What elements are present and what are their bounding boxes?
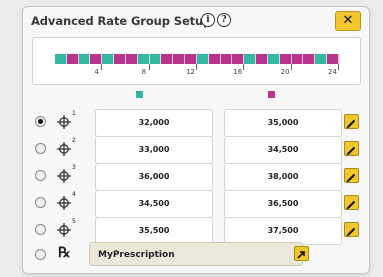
timeline-segment[interactable] — [208, 54, 221, 64]
info-icon[interactable]: i — [201, 13, 215, 27]
timeline-tick-label: 24 — [328, 68, 337, 76]
timeline-tick — [243, 64, 245, 70]
edit-row-button[interactable] — [344, 168, 359, 183]
edit-row-button[interactable] — [344, 141, 359, 156]
prescription-name-field[interactable]: MyPrescription — [89, 242, 303, 266]
pencil-icon — [346, 173, 356, 183]
close-button[interactable]: ✕ — [335, 11, 361, 31]
timeline-segment[interactable] — [232, 54, 245, 64]
target-rate-icon — [57, 169, 71, 183]
rate-row-index: 1 — [72, 110, 76, 117]
magenta-rate-value[interactable]: 36,500 — [224, 190, 342, 218]
rate-row-index: 2 — [72, 137, 76, 144]
rate-row-index: 3 — [72, 164, 76, 171]
rate-row-radio[interactable] — [35, 116, 46, 127]
edit-row-button[interactable] — [344, 195, 359, 210]
timeline-tick-label: 8 — [141, 68, 147, 76]
prescription-icon: ℞ — [58, 245, 71, 261]
timeline-segment[interactable] — [114, 54, 126, 64]
magenta-rate-value[interactable]: 34,500 — [224, 136, 342, 164]
timeline-segment[interactable] — [161, 54, 174, 64]
teal-rate-value[interactable]: 32,000 — [95, 109, 213, 137]
rate-row-index: 4 — [72, 191, 76, 198]
arrow-icon — [297, 251, 305, 259]
timeline-segment[interactable] — [244, 54, 257, 64]
timeline-tick — [290, 64, 292, 70]
target-rate-icon — [57, 196, 71, 210]
rate-row-radio[interactable] — [35, 197, 46, 208]
timeline-ticks: 4 8 12 16 20 24 — [55, 64, 339, 80]
timeline-segment[interactable] — [327, 54, 339, 64]
teal-rate-legend — [136, 91, 143, 98]
rate-row-radio[interactable] — [35, 170, 46, 181]
timeline-tick — [338, 64, 339, 70]
pencil-icon — [346, 227, 356, 237]
timeline-segment[interactable] — [125, 54, 138, 64]
timeline-segment[interactable] — [196, 54, 209, 64]
timeline-segment[interactable] — [291, 54, 304, 64]
timeline-stripe[interactable] — [55, 54, 339, 64]
prescription-select-button[interactable] — [294, 246, 309, 261]
timeline-tick-label: 12 — [186, 68, 195, 76]
help-icon[interactable]: ? — [217, 13, 231, 27]
timeline-segment[interactable] — [279, 54, 292, 64]
timeline-segment[interactable] — [102, 54, 115, 64]
timeline-tick — [101, 64, 103, 70]
timeline-segment[interactable] — [315, 54, 328, 64]
timeline-segment[interactable] — [173, 54, 186, 64]
pencil-icon — [346, 119, 356, 129]
rate-row: 2 33,000 34,500 — [32, 134, 359, 164]
timeline-segment[interactable] — [55, 54, 67, 64]
dialog-title: Advanced Rate Group Setup — [31, 14, 212, 28]
timeline-tick-label: 4 — [94, 68, 99, 76]
teal-rate-value[interactable]: 34,500 — [95, 190, 213, 218]
timeline-segment[interactable] — [78, 54, 91, 64]
timeline-tick-label: 20 — [280, 68, 290, 76]
timeline-segment[interactable] — [267, 54, 280, 64]
edit-row-button[interactable] — [344, 222, 359, 237]
teal-rate-value[interactable]: 36,000 — [95, 163, 213, 191]
prescription-radio[interactable] — [35, 249, 46, 260]
magenta-rate-legend — [268, 91, 275, 98]
pencil-icon — [346, 200, 356, 210]
timeline-segment[interactable] — [137, 54, 150, 64]
target-rate-icon — [57, 115, 71, 129]
timeline-segment[interactable] — [220, 54, 233, 64]
magenta-rate-value[interactable]: 38,000 — [224, 163, 342, 191]
target-rate-icon — [57, 223, 71, 237]
timeline-tick — [148, 64, 150, 70]
prescription-row: ℞ MyPrescription — [32, 240, 359, 270]
rate-row-radio[interactable] — [35, 224, 46, 235]
rate-group-dialog: Advanced Rate Group Setup i ? ✕ 4 8 12 16 20… — [22, 6, 370, 274]
timeline-segment[interactable] — [66, 54, 79, 64]
rate-row: 1 32,000 35,000 — [32, 107, 359, 137]
timeline-segment[interactable] — [185, 54, 197, 64]
timeline-segment[interactable] — [256, 54, 268, 64]
rate-row-radio[interactable] — [35, 143, 46, 154]
edit-row-button[interactable] — [344, 114, 359, 129]
timeline-segment[interactable] — [303, 54, 316, 64]
magenta-rate-value[interactable]: 35,000 — [224, 109, 342, 137]
close-icon: ✕ — [342, 13, 354, 28]
timeline-tick — [196, 64, 197, 70]
rate-timeline[interactable]: 4 8 12 16 20 24 — [32, 37, 361, 85]
target-rate-icon — [57, 142, 71, 156]
timeline-segment[interactable] — [149, 54, 162, 64]
pencil-icon — [346, 146, 356, 156]
teal-rate-value[interactable]: 33,000 — [95, 136, 213, 164]
timeline-segment[interactable] — [90, 54, 103, 64]
rate-row: 4 34,500 36,500 — [32, 188, 359, 218]
rate-row: 3 36,000 38,000 — [32, 161, 359, 191]
rate-row-index: 5 — [72, 218, 76, 225]
timeline-tick-label: 16 — [233, 68, 243, 76]
